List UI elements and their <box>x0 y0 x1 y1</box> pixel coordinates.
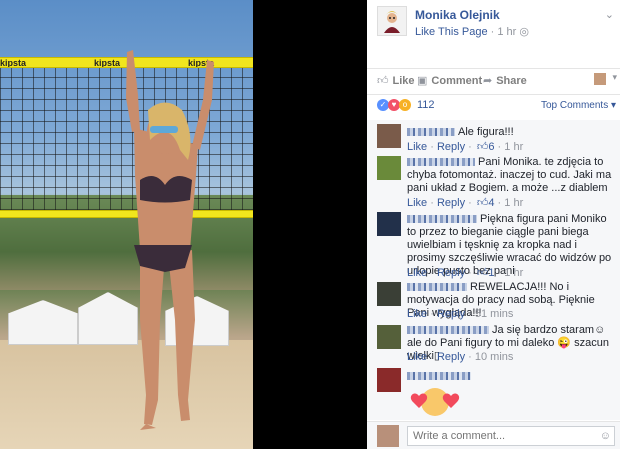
globe-icon: ◎ <box>519 26 530 38</box>
comment-meta: Like · Reply · 👍︎1 · 1 hr <box>407 267 524 279</box>
comment-time[interactable]: 1 hr <box>504 141 523 153</box>
caret-down-icon[interactable]: ▾ <box>612 72 617 83</box>
comment-button[interactable]: ▣ Comment <box>417 74 482 87</box>
post-actions-bar: 👍︎ Like ▣ Comment ➦ Share ▾ <box>367 68 620 88</box>
comment-like-link[interactable]: Like <box>407 267 427 279</box>
comment-body: Ale figura!!! <box>458 126 514 138</box>
comment-time[interactable]: 10 mins <box>475 351 514 363</box>
comment-text <box>407 370 612 383</box>
top-comments-dropdown[interactable]: Top Comments ▾ <box>541 100 616 111</box>
chevron-down-icon[interactable]: ⌄ <box>605 8 614 21</box>
photo-viewer[interactable]: kipsta kipsta kipsta <box>0 0 367 449</box>
commenter-name[interactable] <box>407 128 455 137</box>
emoji-icon[interactable]: ☺ <box>600 430 611 442</box>
commenter-name[interactable] <box>407 283 467 292</box>
like-label: Like <box>392 75 415 87</box>
comment-reply-link[interactable]: Reply <box>437 267 465 279</box>
share-button[interactable]: ➦ Share <box>483 74 527 87</box>
post-panel: Monika Olejnik Like This Page · 1 hr ◎ ⌄… <box>367 0 620 449</box>
comment-reply-link[interactable]: Reply <box>437 197 465 209</box>
comment-meta: Like · Reply · 👍︎6 · 1 hr <box>407 141 524 153</box>
reaction-count[interactable]: 112 <box>417 99 435 111</box>
comment-text: Pani Monika. te zdjęcia to chyba fotomon… <box>407 156 612 195</box>
comment-time[interactable]: 51 mins <box>475 308 514 320</box>
commenter-name[interactable] <box>407 372 471 381</box>
share-label: Share <box>496 75 527 87</box>
comment-like-link[interactable]: Like <box>407 141 427 153</box>
share-icon: ➦ <box>483 75 493 87</box>
comment-meta: Like · Reply · 👍︎4 · 1 hr <box>407 197 524 209</box>
avatar[interactable] <box>377 425 399 447</box>
avatar[interactable] <box>377 282 401 306</box>
comment-like-count[interactable]: 6 <box>488 141 494 153</box>
comment-like-icon[interactable]: 👍︎ <box>477 141 489 153</box>
comment-reply-link[interactable]: Reply <box>437 308 465 320</box>
post-time[interactable]: 1 hr <box>497 26 516 38</box>
like-page-link[interactable]: Like This Page <box>415 26 488 38</box>
commenter-name[interactable] <box>407 158 475 167</box>
wow-reaction-icon[interactable]: o <box>399 99 411 111</box>
avatar[interactable] <box>377 156 401 180</box>
post-header: Monika Olejnik Like This Page · 1 hr ◎ ⌄ <box>367 0 620 58</box>
comment-icon: ▣ <box>417 75 428 87</box>
woman-figure <box>126 50 214 430</box>
comment-text: Ale figura!!! <box>407 126 612 139</box>
caricature-icon <box>378 7 406 35</box>
comment-like-link[interactable]: Like <box>407 351 427 363</box>
comment-like-link[interactable]: Like <box>407 308 427 320</box>
comment-time[interactable]: 1 hr <box>504 197 523 209</box>
heart-eyes-emoji-icon <box>410 388 460 416</box>
comment-time[interactable]: 1 hr <box>504 267 523 279</box>
commenter-name[interactable] <box>407 215 477 224</box>
write-comment-bar: ☺ <box>367 421 620 449</box>
comment-reply-link[interactable]: Reply <box>437 351 465 363</box>
commenter-name[interactable] <box>407 326 489 335</box>
acting-as-avatar[interactable] <box>594 73 606 85</box>
page-name[interactable]: Monika Olejnik <box>415 8 500 22</box>
comment-meta: Like · Reply · 51 mins <box>407 308 514 320</box>
beach-volleyball-photo: kipsta kipsta kipsta <box>0 0 253 449</box>
comment-label: Comment <box>431 75 483 87</box>
comment-like-count[interactable]: 1 <box>488 267 494 279</box>
comments-list: Ale figura!!! Like · Reply · 👍︎6 · 1 hr … <box>367 120 620 420</box>
comment-like-icon[interactable]: 👍︎ <box>477 197 489 209</box>
like-button[interactable]: 👍︎ Like <box>377 74 415 87</box>
avatar[interactable] <box>377 124 401 148</box>
comment-like-link[interactable]: Like <box>407 197 427 209</box>
comment-like-icon[interactable]: 👍︎ <box>477 267 489 279</box>
reactions-bar: ✓ ♥ o 112 Top Comments ▾ <box>367 94 620 116</box>
comment-reply-link[interactable]: Reply <box>437 141 465 153</box>
avatar[interactable] <box>377 325 401 349</box>
comment-meta: Like · Reply · 10 mins <box>407 351 514 363</box>
avatar[interactable] <box>377 368 401 392</box>
comment-input[interactable] <box>407 426 615 446</box>
thumbs-up-icon: 👍︎ <box>377 75 389 87</box>
post-subline: Like This Page · 1 hr ◎ <box>415 25 529 38</box>
avatar[interactable] <box>377 212 401 236</box>
page-avatar[interactable] <box>377 6 407 36</box>
comment-like-count[interactable]: 4 <box>488 197 494 209</box>
